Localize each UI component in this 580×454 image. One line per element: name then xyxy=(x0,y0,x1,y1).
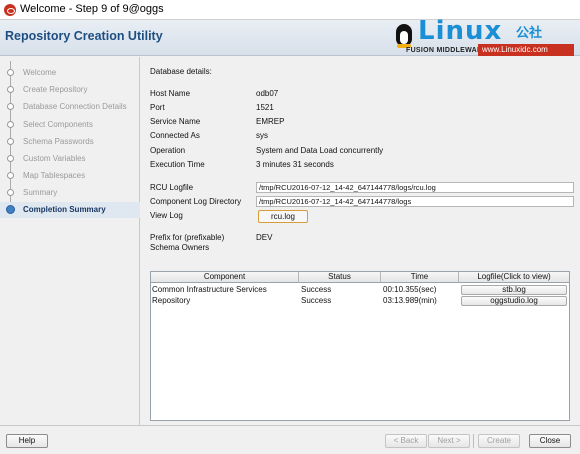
column-header-status[interactable]: Status xyxy=(299,272,381,283)
step-label: Create Repository xyxy=(23,85,88,94)
column-header-logfile[interactable]: Logfile(Click to view) xyxy=(459,272,569,283)
help-button[interactable]: Help xyxy=(6,434,48,448)
rcu-logfile-field[interactable]: /tmp/RCU2016-07-12_14-42_647144778/logs/… xyxy=(256,182,574,193)
brand-suffix-text: 公社 xyxy=(516,25,543,40)
watermark-url: www.Linuxidc.com xyxy=(478,44,574,56)
component-log-dir-label: Component Log Directory xyxy=(150,197,242,206)
step-database-connection[interactable]: Database Connection Details xyxy=(0,95,140,119)
current-step-icon xyxy=(6,205,15,214)
cell-time: 00:10.355(sec) xyxy=(383,285,437,294)
cell-component: Common Infrastructure Services xyxy=(152,285,267,294)
host-label: Host Name xyxy=(150,89,191,98)
components-table: Component Status Time Logfile(Click to v… xyxy=(150,271,570,421)
prefix-value: DEV xyxy=(256,233,273,242)
component-log-dir-field[interactable]: /tmp/RCU2016-07-12_14-42_647144778/logs xyxy=(256,196,574,207)
wizard-footer: Help < Back Next > Create Close xyxy=(0,425,580,454)
step-label: Map Tablespaces xyxy=(23,171,86,180)
cell-status: Success xyxy=(301,296,332,305)
sidebar-steps: Welcome Create Repository Database Conne… xyxy=(0,57,140,425)
step-label: Custom Variables xyxy=(23,154,86,163)
step-dot-icon xyxy=(7,86,14,93)
column-header-time[interactable]: Time xyxy=(381,272,459,283)
port-label: Port xyxy=(150,103,165,112)
cell-status: Success xyxy=(301,285,332,294)
rcu-logfile-label: RCU Logfile xyxy=(150,183,194,192)
page-title: Repository Creation Utility xyxy=(5,29,163,43)
connected-as-label: Connected As xyxy=(150,131,200,140)
step-dot-icon xyxy=(7,172,14,179)
completion-summary-panel: Database details: Host Name odb07 Port 1… xyxy=(142,57,580,425)
step-select-components[interactable]: Select Components xyxy=(0,113,140,137)
create-button[interactable]: Create xyxy=(478,434,520,448)
prefix-label-line1: Prefix for (prefixable) xyxy=(150,233,225,242)
step-label: Select Components xyxy=(23,120,93,129)
view-logfile-button[interactable]: stb.log xyxy=(461,285,567,295)
cell-component: Repository xyxy=(152,296,191,305)
brand-product-text: FUSION MIDDLEWARE xyxy=(406,47,488,54)
header-banner: Repository Creation Utility Linux 公社 FUS… xyxy=(0,16,580,56)
brand-linux-text: Linux xyxy=(418,16,503,46)
operation-value: System and Data Load concurrently xyxy=(256,146,384,155)
connected-as-value: sys xyxy=(256,131,268,140)
step-welcome[interactable]: Welcome xyxy=(0,61,140,85)
execution-time-value: 3 minutes 31 seconds xyxy=(256,160,334,169)
brand-logo: Linux 公社 FUSION MIDDLEWARE www.Linuxidc.… xyxy=(386,16,576,56)
step-summary[interactable]: Summary xyxy=(0,181,140,205)
step-label: Database Connection Details xyxy=(23,102,127,111)
window-title: Welcome - Step 9 of 9@oggs xyxy=(20,3,164,15)
execution-time-label: Execution Time xyxy=(150,160,205,169)
service-value: EMREP xyxy=(256,117,285,126)
step-label: Schema Passwords xyxy=(23,137,94,146)
view-rcu-log-button[interactable]: rcu.log xyxy=(258,210,308,223)
port-value: 1521 xyxy=(256,103,274,112)
view-log-label: View Log xyxy=(150,211,183,220)
view-logfile-button[interactable]: oggstudio.log xyxy=(461,296,567,306)
cell-time: 03:13.989(min) xyxy=(383,296,437,305)
step-map-tablespaces[interactable]: Map Tablespaces xyxy=(0,164,140,188)
step-completion-summary[interactable]: Completion Summary xyxy=(0,202,140,218)
oracle-app-icon xyxy=(4,4,16,16)
step-custom-variables[interactable]: Custom Variables xyxy=(0,147,140,171)
section-title: Database details: xyxy=(150,67,212,76)
penguin-icon xyxy=(394,20,414,48)
step-dot-icon xyxy=(7,138,14,145)
step-dot-icon xyxy=(7,69,14,76)
step-schema-passwords[interactable]: Schema Passwords xyxy=(0,130,140,154)
step-create-repository[interactable]: Create Repository xyxy=(0,78,140,102)
back-button[interactable]: < Back xyxy=(385,434,427,448)
step-dot-icon xyxy=(7,103,14,110)
step-label: Summary xyxy=(23,188,58,197)
operation-label: Operation xyxy=(150,146,186,155)
close-button[interactable]: Close xyxy=(529,434,571,448)
column-header-component[interactable]: Component xyxy=(151,272,299,283)
footer-divider xyxy=(473,434,474,448)
step-dot-icon xyxy=(7,155,14,162)
step-dot-icon xyxy=(7,121,14,128)
step-label: Welcome xyxy=(23,68,57,77)
host-value: odb07 xyxy=(256,89,279,98)
service-label: Service Name xyxy=(150,117,201,126)
step-dot-icon xyxy=(7,189,14,196)
next-button[interactable]: Next > xyxy=(428,434,470,448)
prefix-label-line2: Schema Owners xyxy=(150,243,210,252)
step-label: Completion Summary xyxy=(23,205,106,214)
